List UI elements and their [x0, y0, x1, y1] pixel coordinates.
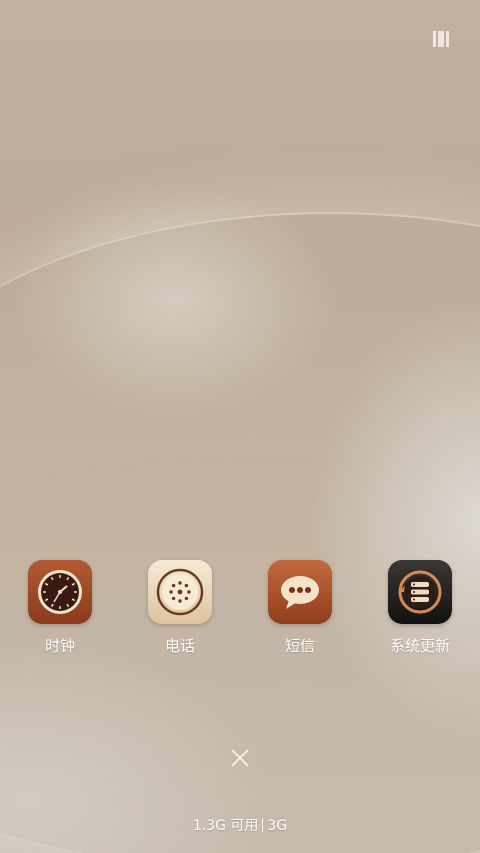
app-label: 系统更新 — [389, 637, 450, 655]
status-divider — [262, 818, 264, 832]
wallpaper — [0, 0, 480, 853]
app-phone[interactable]: 电话 — [125, 560, 235, 660]
app-clock[interactable]: 时钟 — [5, 560, 115, 660]
network-type: 3G — [267, 818, 288, 834]
app-row: 时钟 电话 短信 系统更新 — [0, 560, 480, 670]
app-label: 电话 — [164, 637, 195, 655]
clock-icon[interactable] — [28, 560, 92, 624]
app-label: 时钟 — [44, 637, 75, 655]
layout-icon[interactable] — [430, 31, 452, 47]
app-system-update[interactable]: 系统更新 — [365, 560, 475, 660]
phone-dial-icon[interactable] — [148, 560, 212, 624]
system-update-icon[interactable] — [388, 560, 452, 624]
storage-status: 1.3G 可用 3G — [0, 815, 480, 835]
close-icon[interactable] — [226, 744, 254, 772]
app-sms[interactable]: 短信 — [245, 560, 355, 660]
message-bubble-icon[interactable] — [268, 560, 332, 624]
app-label: 短信 — [284, 637, 315, 655]
storage-available: 1.3G 可用 — [192, 818, 259, 834]
